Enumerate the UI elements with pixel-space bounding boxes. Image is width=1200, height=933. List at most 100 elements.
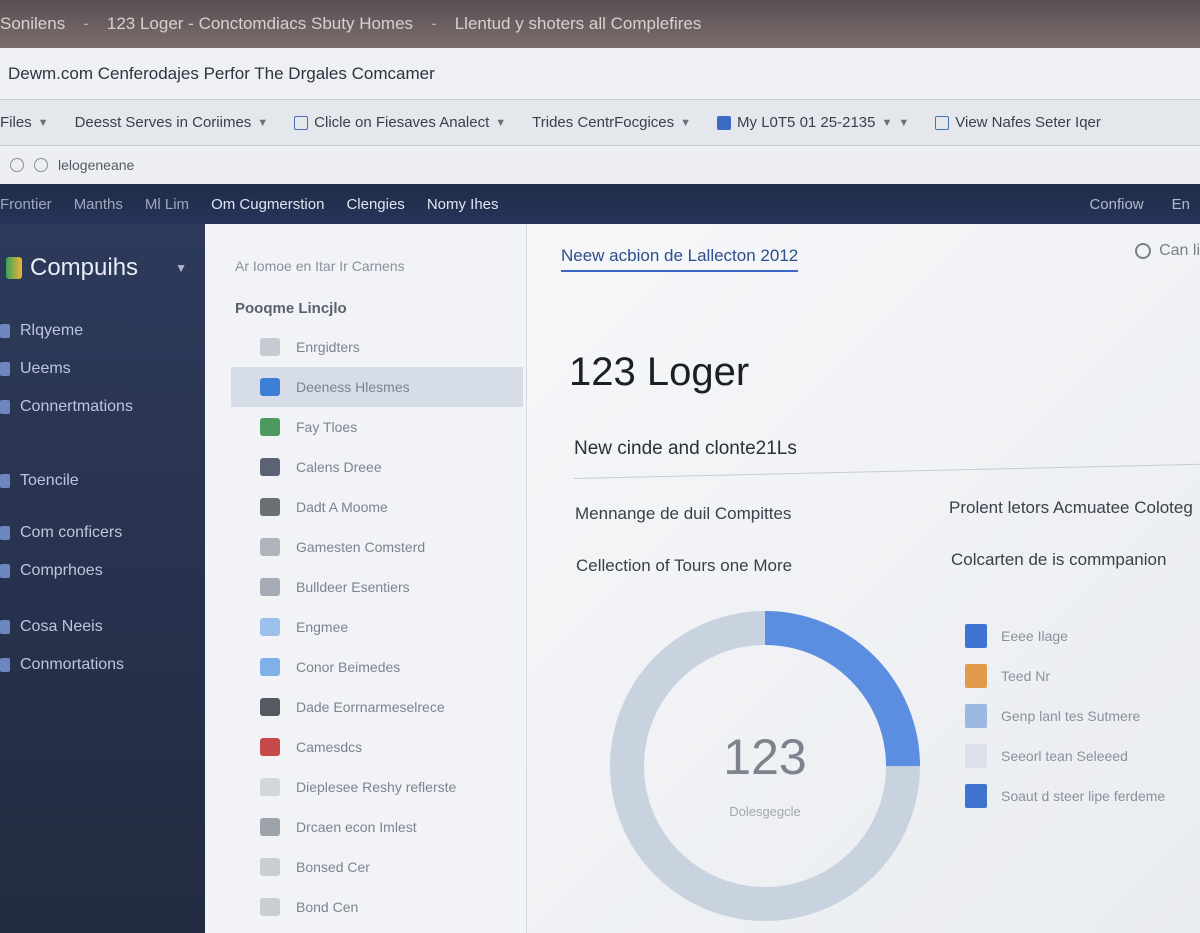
search-icon <box>1135 243 1152 259</box>
sidebar-item-label: Rlqyeme <box>20 322 84 339</box>
list-item[interactable]: Engmee <box>205 607 526 647</box>
list-item[interactable]: Drcaen econ Imlest <box>205 807 526 847</box>
tab-active[interactable]: Neew acbion de Lallecton 2012 <box>561 246 799 272</box>
list-item[interactable]: Conor Beimedes <box>205 647 526 687</box>
divider <box>573 463 1200 479</box>
list-item-label: Calens Dreee <box>296 459 382 475</box>
nav-item-confiow[interactable]: Confiow <box>1089 196 1143 213</box>
list-item[interactable]: Bonsed Cer <box>205 847 526 887</box>
list-item-label: Conor Beimedes <box>296 659 401 675</box>
legend-swatch <box>965 664 987 688</box>
window-tab-1[interactable]: Sonilens <box>0 14 65 34</box>
brand-name: Compuihs <box>30 254 139 281</box>
item-list: Enrgidters Deeness Hlesmes Fay Tloes Calens… <box>205 327 526 927</box>
list-item-icon <box>260 538 280 556</box>
list-item-icon <box>260 778 280 796</box>
list-item[interactable]: Dieplesee Reshy reflerste <box>205 767 526 807</box>
window-tab-3[interactable]: Llentud y shoters all Complefires <box>455 14 702 34</box>
secondary-pane: Ar Iomoe en Itar Ir Carnens Pooqme Lincj… <box>205 224 527 933</box>
sidebar-icon <box>0 564 10 578</box>
address-bar[interactable]: Dewm.com Cenferodajes Perfor The Drgales… <box>0 48 1200 100</box>
list-item[interactable]: Calens Dreee <box>205 447 526 487</box>
list-item-label: Drcaen econ Imlest <box>296 819 417 835</box>
chart-legend: Eeee Ilage Teed Nr Genp lanl tes Sutmere Se… <box>965 616 1165 816</box>
bookmark-analect[interactable]: Clicle on Fiesaves Analect ▼ <box>294 114 506 131</box>
list-item[interactable]: Dade Eorrnarmeselrece <box>205 687 526 727</box>
checkbox-icon <box>294 115 309 130</box>
nav-item-om[interactable]: Om Cugmerstion <box>211 196 324 213</box>
donut-value: 123 <box>723 729 806 785</box>
sidebar: Compuihs ▼ Rlqyeme Ueems Connertmations … <box>0 224 205 933</box>
list-item[interactable]: Bulldeer Esentiers <box>205 567 526 607</box>
legend-label: Genp lanl tes Sutmere <box>1001 708 1141 724</box>
sidebar-item-6[interactable]: Comprhoes <box>0 552 205 590</box>
bookmark-label: My L0T5 01 25-2135 <box>737 114 876 131</box>
list-item-label: Fay Tloes <box>296 419 358 435</box>
search-button[interactable]: Can li <box>1135 242 1200 260</box>
list-item-icon <box>260 338 280 356</box>
bookmark-date[interactable]: My L0T5 01 25-2135 ▼ ▼ <box>717 114 909 131</box>
bookmark-servers[interactable]: Deesst Serves in Coriimes ▼ <box>75 114 269 131</box>
legend-item: Eeee Ilage <box>965 616 1165 656</box>
list-item-icon <box>260 378 280 396</box>
chevron-down-icon: ▼ <box>680 116 692 129</box>
list-item-icon <box>260 818 280 836</box>
sidebar-item-7[interactable]: Cosa Neeis <box>0 608 205 646</box>
sidebar-item-1[interactable]: Rlqyeme <box>0 312 205 350</box>
chevron-down-icon: ▼ <box>898 116 910 129</box>
bookmark-view[interactable]: View Nafes Seter Iqer <box>935 114 1101 131</box>
tools-label[interactable]: lelogeneane <box>58 157 134 173</box>
legend-item: Teed Nr <box>965 656 1165 696</box>
legend-label: Teed Nr <box>1001 668 1051 684</box>
list-item-label: Bulldeer Esentiers <box>296 579 410 595</box>
list-item[interactable]: Gamesten Comsterd <box>205 527 526 567</box>
tools-bar: lelogeneane <box>0 146 1200 184</box>
list-item[interactable]: Enrgidters <box>205 327 526 367</box>
sidebar-item-label: Cosa Neeis <box>20 618 103 635</box>
sidebar-item-4[interactable]: Toencile <box>0 462 205 500</box>
sidebar-item-label: Connertmations <box>20 398 133 415</box>
chevron-down-icon: ▼ <box>257 116 269 129</box>
address-text[interactable]: Dewm.com Cenferodajes Perfor The Drgales… <box>8 64 435 84</box>
sidebar-icon <box>0 620 10 634</box>
legend-swatch <box>965 784 987 808</box>
breadcrumb[interactable]: Ar Iomoe en Itar Ir Carnens <box>205 224 526 274</box>
chevron-down-icon[interactable]: ▼ <box>175 261 187 275</box>
bookmark-centrfocgices[interactable]: Trides CentrFocgices ▼ <box>532 114 691 131</box>
list-item-label: Bond Cen <box>296 899 359 915</box>
brand[interactable]: Compuihs ▼ <box>0 224 205 312</box>
tab-separator: - <box>431 14 437 33</box>
list-item[interactable]: Bond Cen <box>205 887 526 927</box>
list-item[interactable]: Camesdcs <box>205 727 526 767</box>
chevron-down-icon: ▼ <box>495 116 507 129</box>
donut-sublabel: Dolesgegcle <box>729 804 801 819</box>
stat-right-2: Colcarten de is commpanion <box>951 550 1167 569</box>
bookmark-label: View Nafes Seter Iqer <box>955 114 1101 131</box>
list-item[interactable]: Dadt A Moome <box>205 487 526 527</box>
nav-item-nomy[interactable]: Nomy Ihes <box>427 196 499 213</box>
list-item-icon <box>260 738 280 756</box>
sidebar-item-label: Toencile <box>20 472 79 489</box>
sidebar-item-8[interactable]: Conmortations <box>0 646 205 684</box>
nav-item-ml-lim[interactable]: Ml Lim <box>145 196 189 213</box>
sidebar-item-2[interactable]: Ueems <box>0 350 205 388</box>
sidebar-icon <box>0 658 10 672</box>
list-item[interactable]: Deeness Hlesmes <box>231 367 523 407</box>
nav-item-manths[interactable]: Manths <box>74 196 123 213</box>
list-item-icon <box>260 698 280 716</box>
nav-item-frontier[interactable]: Frontier <box>0 196 52 213</box>
nav-item-en[interactable]: En <box>1172 196 1190 213</box>
sidebar-item-5[interactable]: Com conficers <box>0 514 205 552</box>
bookmark-files[interactable]: Files ▼ <box>0 114 49 131</box>
nav-item-clengies[interactable]: Clengies <box>346 196 404 213</box>
list-item-label: Enrgidters <box>296 339 360 355</box>
list-item-icon <box>260 418 280 436</box>
settings-icon[interactable] <box>34 158 48 172</box>
window-tab-2[interactable]: 123 Loger - Conctomdiacs Sbuty Homes <box>107 14 413 34</box>
refresh-icon[interactable] <box>10 158 24 172</box>
bookmark-label: Clicle on Fiesaves Analect <box>314 114 490 131</box>
list-item[interactable]: Fay Tloes <box>205 407 526 447</box>
sidebar-item-3[interactable]: Connertmations <box>0 388 205 426</box>
